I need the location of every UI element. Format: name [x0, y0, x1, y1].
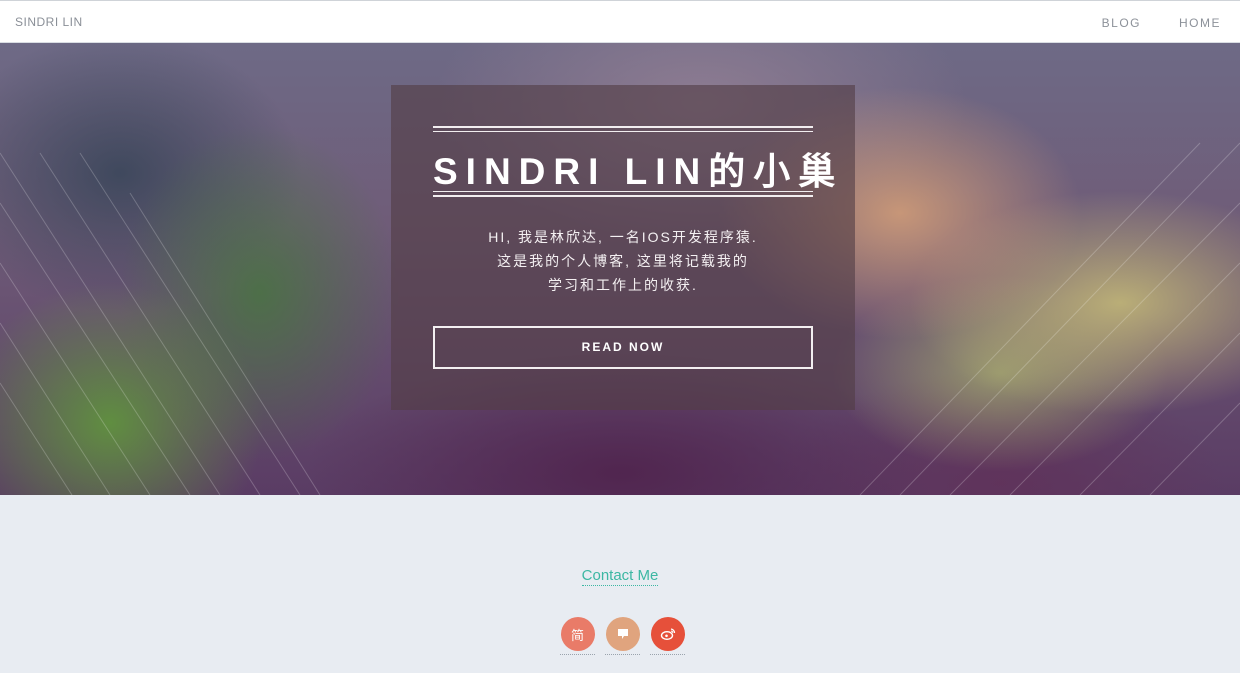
main-nav: BLOG HOME: [1083, 1, 1240, 44]
hero-card: SINDRI LIN的小巢 HI, 我是林欣达, 一名IOS开发程序猿. 这是我…: [391, 85, 855, 410]
title-rule-top: [433, 126, 813, 132]
read-now-button[interactable]: READ NOW: [433, 326, 813, 369]
hero-subtitle: HI, 我是林欣达, 一名IOS开发程序猿. 这是我的个人博客, 这里将记载我的…: [433, 225, 813, 297]
hero-banner: SINDRI LIN的小巢 HI, 我是林欣达, 一名IOS开发程序猿. 这是我…: [0, 43, 1240, 495]
hero-subtitle-line: 学习和工作上的收获.: [548, 277, 698, 293]
weibo-icon: [650, 617, 685, 651]
chat-link[interactable]: [605, 617, 640, 655]
weibo-link[interactable]: [650, 617, 685, 655]
hero-title: SINDRI LIN的小巢: [433, 151, 844, 192]
jianshu-link[interactable]: 简: [560, 617, 595, 655]
contact-section: Contact Me 简: [0, 495, 1240, 673]
brand-logo[interactable]: SINDRI LIN: [15, 15, 83, 29]
contact-me-link[interactable]: Contact Me: [581, 567, 659, 586]
jianshu-icon: 简: [560, 617, 595, 651]
social-links: 简: [560, 617, 685, 655]
top-navbar: SINDRI LIN BLOG HOME: [0, 0, 1240, 43]
nav-home-link[interactable]: HOME: [1160, 1, 1240, 44]
title-rule-bottom: [433, 191, 813, 197]
chat-icon: [605, 617, 640, 651]
nav-blog-link[interactable]: BLOG: [1083, 1, 1160, 44]
hero-subtitle-line: 这是我的个人博客, 这里将记载我的: [497, 253, 749, 269]
hero-subtitle-line: HI, 我是林欣达, 一名IOS开发程序猿.: [488, 229, 758, 245]
